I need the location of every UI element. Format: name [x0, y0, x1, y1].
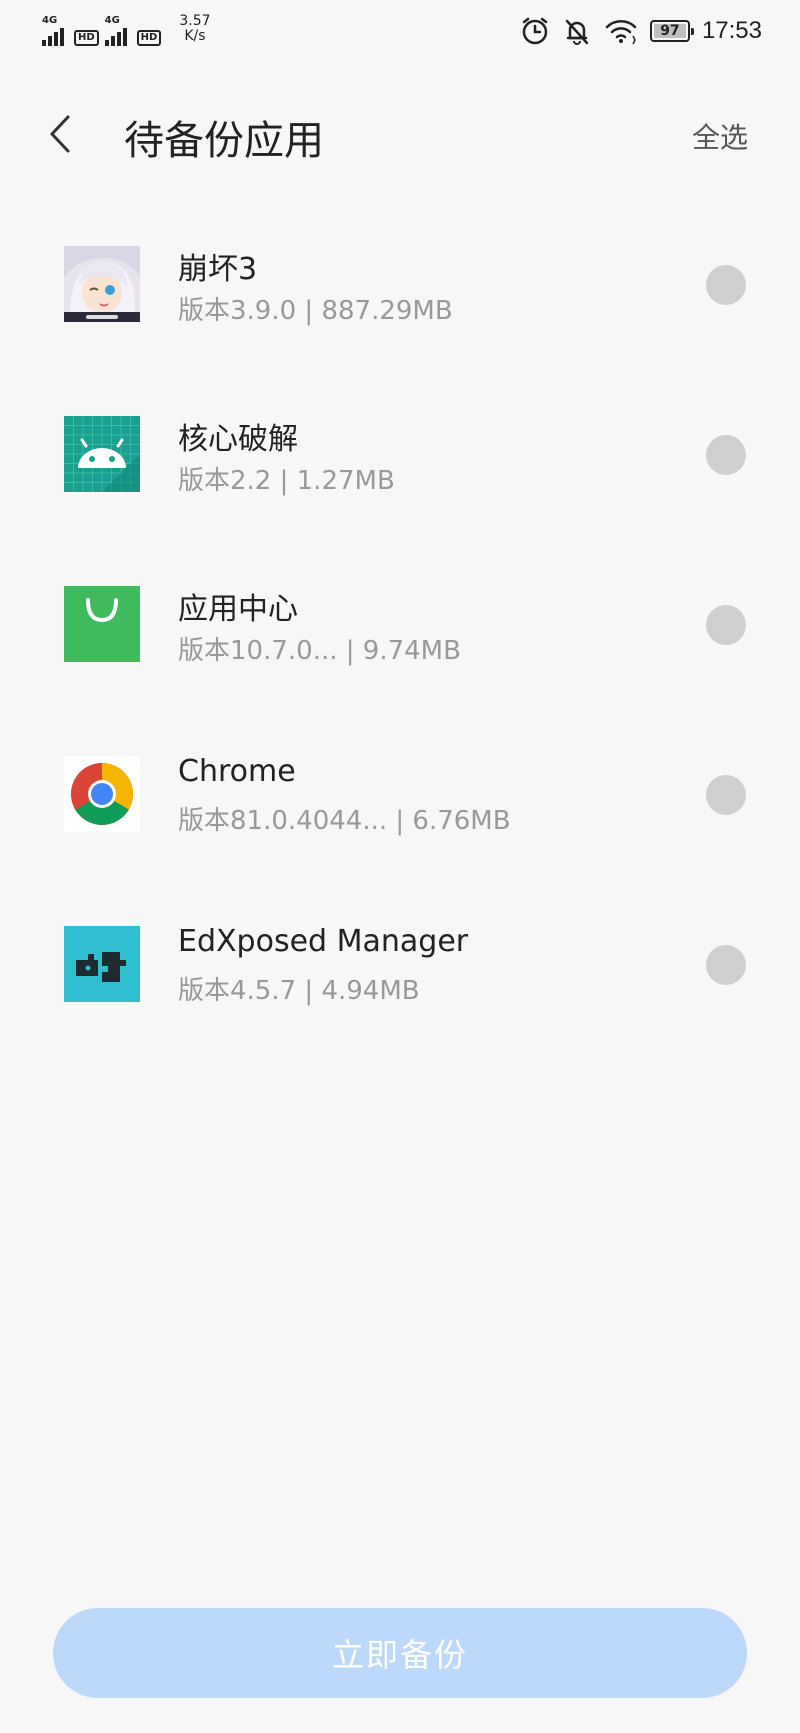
signal-icon: 4G — [104, 15, 135, 46]
network-type: 4G — [42, 15, 58, 26]
backup-now-button[interactable]: 立即备份 — [53, 1608, 747, 1698]
app-name: EdXposed Manager — [178, 924, 469, 959]
network-type: 4G — [104, 15, 120, 26]
app-name: 核心破解 — [178, 422, 298, 457]
screen: 4G HD 4G HD 3.57 K/s 97 17:53 待备份应用 全选 崩… — [0, 0, 800, 1733]
app-center-icon — [64, 586, 140, 662]
select-all-button[interactable]: 全选 — [692, 116, 748, 156]
signal-group-2: 4G HD — [104, 15, 162, 46]
back-button[interactable] — [40, 110, 80, 158]
select-radio[interactable] — [706, 945, 746, 985]
chrome-icon — [64, 756, 140, 832]
app-meta: 版本2.2 | 1.27MB — [178, 466, 395, 496]
page-title: 待备份应用 — [124, 118, 324, 164]
status-bar: 4G HD 4G HD 3.57 K/s 97 17:53 — [0, 0, 800, 70]
bell-muted-icon — [565, 19, 589, 45]
app-meta: 版本4.5.7 | 4.94MB — [178, 976, 420, 1006]
app-meta: 版本10.7.0... | 9.74MB — [178, 636, 461, 666]
list-item[interactable]: EdXposed Manager 版本4.5.7 | 4.94MB — [0, 880, 800, 1050]
speed-value: 3.57 — [179, 13, 211, 29]
status-left: 4G HD 4G HD 3.57 K/s — [42, 14, 211, 46]
hd-badge: HD — [136, 30, 162, 46]
app-name: 应用中心 — [178, 592, 298, 627]
status-right: 97 17:53 — [508, 16, 762, 46]
select-radio[interactable] — [706, 265, 746, 305]
android-app-icon — [64, 416, 140, 492]
list-item[interactable]: 应用中心 版本10.7.0... | 9.74MB — [0, 540, 800, 710]
app-name: Chrome — [178, 754, 296, 789]
app-list: 崩坏3 版本3.9.0 | 887.29MB 核心破解 版本2.2 | 1.27… — [0, 200, 800, 1050]
status-time: 17:53 — [701, 17, 762, 44]
app-meta: 版本81.0.4044... | 6.76MB — [178, 806, 511, 836]
select-radio[interactable] — [706, 435, 746, 475]
app-meta: 版本3.9.0 | 887.29MB — [178, 296, 453, 326]
speed-unit: K/s — [184, 28, 206, 44]
chevron-left-icon — [50, 115, 70, 153]
alarm-icon — [522, 17, 548, 45]
network-speed: 3.57 K/s — [179, 14, 210, 44]
list-item[interactable]: 崩坏3 版本3.9.0 | 887.29MB — [0, 200, 800, 370]
signal-group-1: 4G HD — [42, 16, 99, 46]
battery-level: 97 — [660, 23, 680, 39]
title-bar: 待备份应用 全选 — [0, 90, 800, 180]
select-radio[interactable] — [706, 775, 746, 815]
battery-icon: 97 — [649, 20, 694, 42]
hd-badge: HD — [74, 30, 99, 46]
edxposed-icon — [64, 926, 140, 1002]
wifi-icon — [605, 20, 637, 45]
list-item[interactable]: 核心破解 版本2.2 | 1.27MB — [0, 370, 800, 540]
app-name: 崩坏3 — [178, 252, 258, 287]
honkai-app-icon — [64, 246, 140, 322]
select-radio[interactable] — [706, 605, 746, 645]
signal-icon: 4G — [42, 16, 72, 46]
list-item[interactable]: Chrome 版本81.0.4044... | 6.76MB — [0, 710, 800, 880]
